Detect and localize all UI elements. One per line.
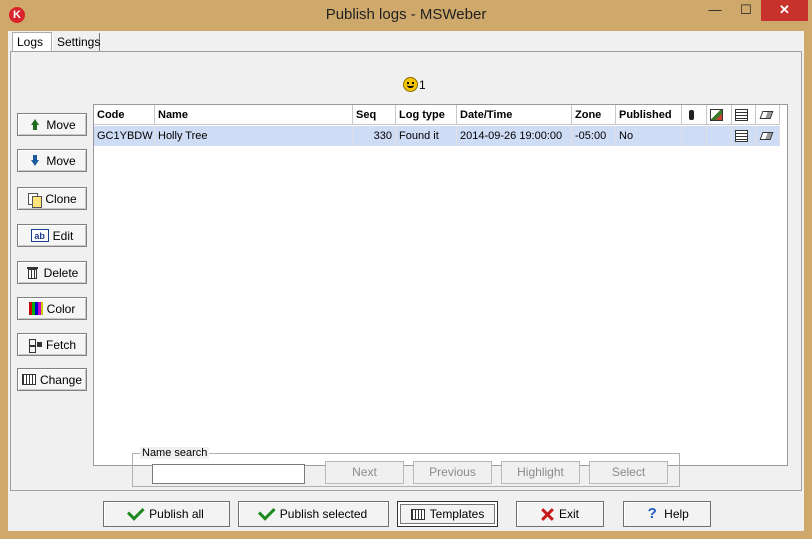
publish-selected-label: Publish selected <box>279 507 368 521</box>
close-button[interactable]: ✕ <box>761 0 808 21</box>
column-header-travelbug[interactable] <box>682 105 707 125</box>
delete-label: Delete <box>43 265 79 280</box>
templates-label: Templates <box>429 507 485 521</box>
travelbug-icon <box>685 109 698 121</box>
cell-name: Holly Tree <box>155 126 353 146</box>
cell-code: GC1YBDW <box>94 126 155 146</box>
eraser-icon <box>759 111 774 120</box>
note-icon <box>735 109 748 122</box>
publish-all-button[interactable]: Publish all <box>103 501 230 527</box>
cell-published: No <box>616 126 682 146</box>
column-header-seq[interactable]: Seq <box>353 105 396 125</box>
delete-button[interactable]: Delete <box>17 261 87 284</box>
highlight-button[interactable]: Highlight <box>501 461 580 484</box>
help-button[interactable]: ? Help <box>623 501 711 527</box>
publish-selected-button[interactable]: Publish selected <box>238 501 389 527</box>
move-up-button[interactable]: Move <box>17 113 87 136</box>
color-icon <box>28 302 43 315</box>
color-label: Color <box>46 301 76 316</box>
app-window: K Publish logs - MSWeber — ☐ ✕ Logs Sett… <box>0 0 812 539</box>
templates-button[interactable]: Templates <box>397 501 498 527</box>
change-button[interactable]: Change <box>17 368 87 391</box>
clone-button[interactable]: Clone <box>17 187 87 210</box>
column-header-name[interactable]: Name <box>155 105 353 125</box>
client-area: Logs Settings 1 Move Move Clone ab Edit <box>8 31 804 531</box>
eraser-icon <box>759 132 774 141</box>
edit-icon: ab <box>30 229 49 242</box>
checkmark-icon <box>127 503 145 521</box>
cell-eraser[interactable] <box>756 126 780 146</box>
column-header-log-type[interactable]: Log type <box>396 105 457 125</box>
x-icon <box>541 508 554 521</box>
move-down-button[interactable]: Move <box>17 149 87 172</box>
column-header-published[interactable]: Published <box>616 105 682 125</box>
image-icon <box>710 109 723 122</box>
title-bar[interactable]: K Publish logs - MSWeber — ☐ ✕ <box>0 0 812 30</box>
clone-icon <box>27 192 43 208</box>
exit-button[interactable]: Exit <box>516 501 604 527</box>
cell-seq: 330 <box>353 126 396 146</box>
move-down-label: Move <box>46 153 76 168</box>
select-button[interactable]: Select <box>589 461 668 484</box>
cell-log-type: Found it <box>396 126 457 146</box>
next-button[interactable]: Next <box>325 461 404 484</box>
clone-label: Clone <box>45 191 77 206</box>
found-count: 1 <box>419 77 426 92</box>
found-counter: 1 <box>403 77 426 95</box>
publish-all-label: Publish all <box>149 507 204 521</box>
cell-datetime: 2014-09-26 19:00:00 <box>457 126 572 146</box>
minimize-button[interactable]: — <box>700 0 730 21</box>
name-search-label: Name search <box>140 447 210 459</box>
logs-panel: 1 Move Move Clone ab Edit Delete Color F… <box>10 51 802 491</box>
tab-settings[interactable]: Settings <box>52 33 100 51</box>
arrow-down-icon <box>28 154 42 168</box>
fetch-label: Fetch <box>45 337 76 352</box>
tab-logs[interactable]: Logs <box>12 32 52 52</box>
arrow-up-icon <box>28 118 42 132</box>
grid-icon <box>21 374 36 385</box>
logs-table[interactable]: Code Name Seq Log type Date/Time Zone Pu… <box>93 104 788 466</box>
checkmark-icon <box>257 503 276 521</box>
name-search-input[interactable] <box>152 464 305 484</box>
trash-icon <box>26 266 40 280</box>
help-label: Help <box>664 507 689 521</box>
smiley-icon <box>403 77 418 93</box>
edit-label: Edit <box>52 228 74 243</box>
column-header-image[interactable] <box>707 105 732 125</box>
move-up-label: Move <box>46 117 76 132</box>
maximize-button[interactable]: ☐ <box>732 0 760 21</box>
exit-label: Exit <box>558 507 579 521</box>
column-header-note[interactable] <box>732 105 756 125</box>
column-header-zone[interactable]: Zone <box>572 105 616 125</box>
cell-image <box>707 126 732 146</box>
table-row[interactable]: GC1YBDW Holly Tree 330 Found it 2014-09-… <box>94 126 780 146</box>
note-icon <box>735 130 748 143</box>
cell-note[interactable] <box>732 126 756 146</box>
question-icon: ? <box>647 505 657 522</box>
fetch-button[interactable]: Fetch <box>17 333 87 356</box>
fetch-icon <box>28 338 42 353</box>
edit-button[interactable]: ab Edit <box>17 224 87 247</box>
color-button[interactable]: Color <box>17 297 87 320</box>
change-label: Change <box>39 372 83 387</box>
cell-zone: -05:00 <box>572 126 616 146</box>
column-header-eraser[interactable] <box>756 105 780 125</box>
previous-button[interactable]: Previous <box>413 461 492 484</box>
column-header-code[interactable]: Code <box>94 105 155 125</box>
cell-travelbug <box>682 126 707 146</box>
grid-icon <box>410 508 425 520</box>
table-header: Code Name Seq Log type Date/Time Zone Pu… <box>94 105 780 125</box>
column-header-datetime[interactable]: Date/Time <box>457 105 572 125</box>
window-title: Publish logs - MSWeber <box>325 6 487 23</box>
